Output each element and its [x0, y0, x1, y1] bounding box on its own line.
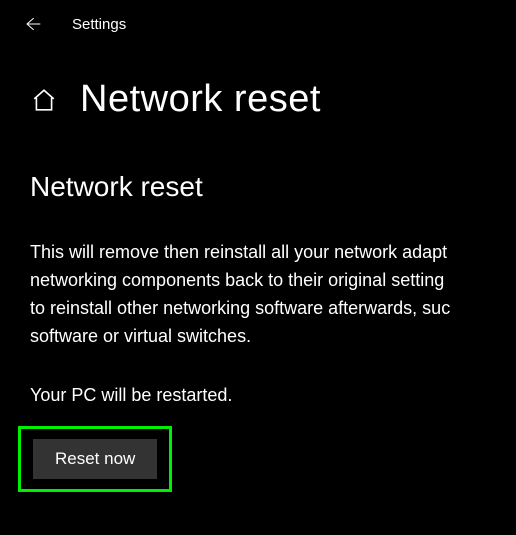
section-heading: Network reset	[30, 171, 486, 203]
home-icon[interactable]	[30, 86, 58, 114]
highlight-annotation: Reset now	[18, 426, 172, 492]
app-title: Settings	[72, 16, 126, 33]
back-icon[interactable]	[20, 12, 44, 36]
header: Settings	[0, 0, 516, 48]
title-row: Network reset	[0, 48, 516, 121]
description-line: to reinstall other networking software a…	[30, 298, 450, 318]
description-text: This will remove then reinstall all your…	[30, 239, 486, 351]
description-line: software or virtual switches.	[30, 326, 251, 346]
description-line: networking components back to their orig…	[30, 270, 444, 290]
restart-notice: Your PC will be restarted.	[30, 385, 486, 406]
content: Network reset This will remove then rein…	[0, 121, 516, 492]
description-line: This will remove then reinstall all your…	[30, 242, 447, 262]
page-title: Network reset	[80, 78, 321, 121]
reset-now-button[interactable]: Reset now	[33, 439, 157, 479]
